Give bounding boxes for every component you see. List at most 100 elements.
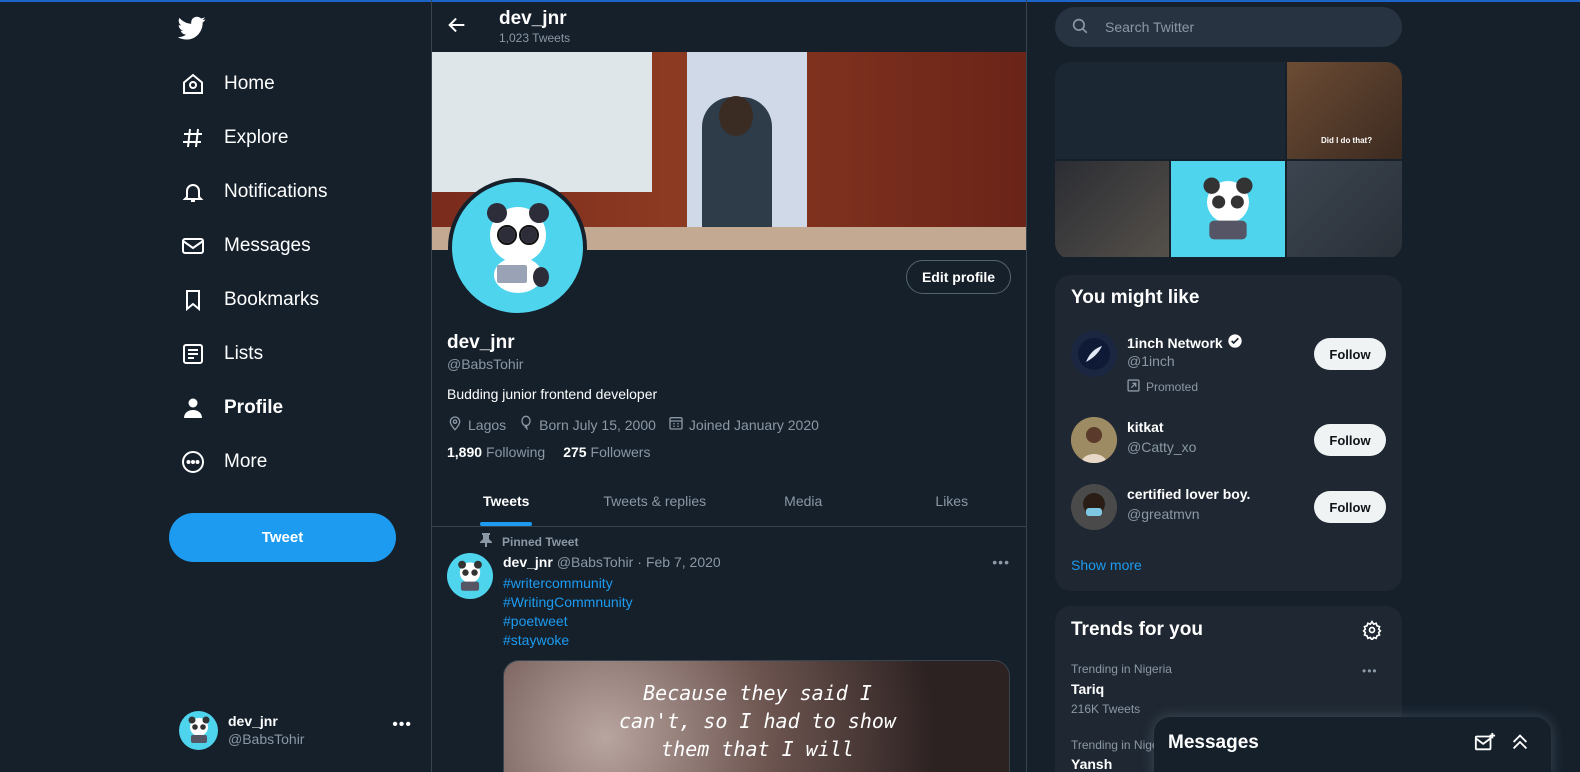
nav-bookmarks[interactable]: Bookmarks <box>170 276 329 324</box>
suggested-user-name: kitkat <box>1127 419 1164 435</box>
nav-explore[interactable]: Explore <box>170 114 298 162</box>
nav-home[interactable]: Home <box>170 60 285 108</box>
following-link[interactable]: 1,890 Following <box>447 444 545 460</box>
left-sidebar: Home Explore Notifications Messages Book… <box>0 0 431 772</box>
tweet-author-avatar[interactable] <box>447 553 493 599</box>
tab-likes[interactable]: Likes <box>878 476 1027 526</box>
trends-title: Trends for you <box>1071 619 1203 640</box>
follow-button[interactable]: Follow <box>1314 491 1386 523</box>
follow-button[interactable]: Follow <box>1314 338 1386 370</box>
media-thumb[interactable] <box>1055 62 1285 159</box>
location-pin-icon <box>447 415 463 434</box>
tweet-count: 1,023 Tweets <box>499 31 571 45</box>
search-icon <box>1071 17 1091 37</box>
hashtag-link[interactable]: #staywoke <box>503 632 569 648</box>
nav-messages[interactable]: Messages <box>170 222 321 270</box>
birthday-text: Born July 15, 2000 <box>539 416 656 433</box>
media-thumb[interactable] <box>1287 161 1402 257</box>
trend-name[interactable]: Yansh <box>1071 756 1112 772</box>
bookmark-icon <box>180 287 206 313</box>
suggested-user-name: 1inch Network <box>1127 333 1243 352</box>
tweet-separator: · <box>637 554 642 570</box>
avatar <box>1071 417 1117 463</box>
media-quote-text: Because they said I can't, so I had to s… <box>504 679 1009 763</box>
tab-media[interactable]: Media <box>729 476 878 526</box>
nav-more[interactable]: More <box>170 438 277 486</box>
tweet-date[interactable]: Feb 7, 2020 <box>646 554 721 570</box>
tweet-more-icon[interactable]: ••• <box>992 554 1010 570</box>
promoted-label: Promoted <box>1127 379 1198 395</box>
profile-header-bar: dev_jnr 1,023 Tweets <box>432 0 1026 52</box>
media-quote-line: Because they said I <box>643 681 872 705</box>
suggested-user[interactable]: kitkat @Catty_xo Follow <box>1071 417 1386 477</box>
media-thumb[interactable] <box>1171 161 1285 257</box>
location-item: Lagos <box>447 415 506 434</box>
hashtag-link[interactable]: #WritingCommnunity <box>503 594 633 610</box>
suggested-user[interactable]: certified lover boy. @greatmvn Follow <box>1071 484 1386 544</box>
profile-bio: Budding junior frontend developer <box>447 386 658 402</box>
profile-avatar[interactable] <box>448 178 587 317</box>
nav-explore-label: Explore <box>224 127 289 148</box>
twitter-bird-icon[interactable] <box>177 14 206 42</box>
search-input[interactable] <box>1105 19 1365 35</box>
avatar <box>1071 484 1117 530</box>
nav-profile[interactable]: Profile <box>170 384 293 432</box>
search-box[interactable] <box>1055 7 1402 47</box>
profile-handle: @BabsTohir <box>447 356 524 372</box>
account-switcher[interactable]: dev_jnr @BabsTohir ••• <box>170 704 420 756</box>
page-title: dev_jnr <box>499 8 567 29</box>
followers-label: Followers <box>590 444 651 460</box>
nav-messages-label: Messages <box>224 235 311 256</box>
home-icon <box>180 71 206 97</box>
nav-notifications[interactable]: Notifications <box>170 168 338 216</box>
trend-context: Trending in Nige <box>1071 738 1159 752</box>
nav-lists[interactable]: Lists <box>170 330 273 378</box>
tab-tweets-replies[interactable]: Tweets & replies <box>581 476 730 526</box>
follow-button[interactable]: Follow <box>1314 424 1386 456</box>
tweet-author-handle[interactable]: @BabsTohir <box>557 554 633 570</box>
messages-drawer[interactable]: Messages <box>1154 717 1551 772</box>
verified-badge-icon <box>1227 333 1243 352</box>
trend-name[interactable]: Tariq <box>1071 681 1104 697</box>
back-arrow-icon[interactable] <box>446 14 468 36</box>
hashtag-link[interactable]: #writercommunity <box>503 575 613 591</box>
tweet-button[interactable]: Tweet <box>169 513 396 562</box>
tweet-media-image[interactable]: Because they said I can't, so I had to s… <box>503 660 1010 772</box>
more-circle-icon <box>180 449 206 475</box>
nav-lists-label: Lists <box>224 343 264 364</box>
suggested-user-name: certified lover boy. <box>1127 486 1251 502</box>
banner-speaker-head <box>719 96 753 136</box>
show-more-link[interactable]: Show more <box>1071 557 1142 573</box>
more-dots-icon[interactable]: ••• <box>392 716 412 734</box>
tweet-author-name[interactable]: dev_jnr <box>503 554 553 570</box>
hashtag-link[interactable]: #poetweet <box>503 613 568 629</box>
media-thumb[interactable]: Did I do that? <box>1287 62 1402 159</box>
tweet-header: dev_jnr @BabsTohir · Feb 7, 2020 <box>503 554 721 570</box>
suggested-user[interactable]: 1inch Network @1inch Promoted Follow <box>1071 331 1386 394</box>
bell-icon <box>180 179 206 205</box>
birthday-item: Born July 15, 2000 <box>518 415 656 434</box>
trend-more-icon[interactable]: ••• <box>1362 664 1378 678</box>
chevron-up-double-icon[interactable] <box>1509 731 1531 753</box>
edit-profile-button[interactable]: Edit profile <box>906 260 1011 294</box>
media-thumb[interactable] <box>1055 161 1169 257</box>
follow-stats: 1,890 Following 275 Followers <box>447 444 650 460</box>
who-to-follow-title: You might like <box>1071 287 1200 308</box>
nav-notifications-label: Notifications <box>224 181 328 202</box>
right-sidebar: Did I do that? You might like 1inch Netw… <box>1027 0 1580 772</box>
followers-link[interactable]: 275 Followers <box>563 444 650 460</box>
media-grid: Did I do that? <box>1055 62 1402 259</box>
pinned-indicator: Pinned Tweet <box>480 533 578 550</box>
media-quote-line: can't, so I had to show <box>619 709 896 733</box>
banner-projector-screen <box>432 52 652 192</box>
media-quote-line: them that I will <box>661 737 854 761</box>
account-handle: @BabsTohir <box>228 731 305 747</box>
nav-more-label: More <box>224 451 268 472</box>
tab-tweets[interactable]: Tweets <box>432 476 581 526</box>
messages-drawer-title: Messages <box>1168 732 1259 753</box>
gear-icon[interactable] <box>1362 620 1382 645</box>
suggested-user-name-text: 1inch Network <box>1127 334 1223 351</box>
following-label: Following <box>486 444 546 460</box>
joined-item: Joined January 2020 <box>668 415 819 434</box>
new-message-icon[interactable] <box>1474 731 1496 753</box>
